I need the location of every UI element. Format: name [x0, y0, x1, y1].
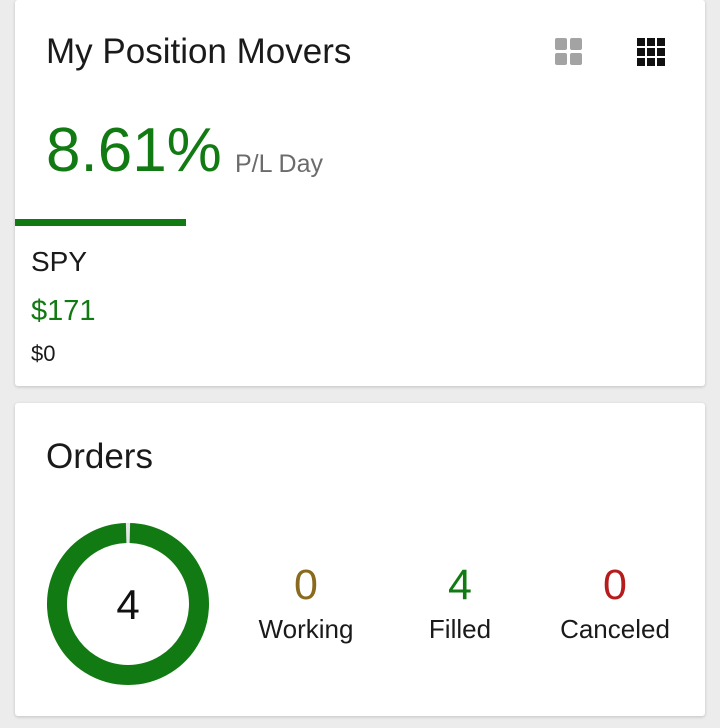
position-movers-title: My Position Movers: [46, 32, 352, 71]
selected-mover-indicator: [15, 219, 186, 226]
canceled-label: Canceled: [560, 614, 670, 644]
filled-label: Filled: [428, 614, 492, 644]
grid-2x2-icon[interactable]: [555, 38, 583, 66]
pl-day-value: 8.61%: [46, 116, 222, 185]
mover-symbol[interactable]: SPY: [31, 246, 87, 278]
working-count: 0: [294, 561, 318, 609]
filled-orders-stat[interactable]: 4 Filled: [385, 560, 535, 645]
orders-total-count: 4: [116, 581, 139, 628]
position-movers-card: My Position Movers 8.61% P/L Day SPY $17…: [15, 0, 705, 386]
canceled-count: 0: [603, 561, 627, 609]
grid-3x3-icon[interactable]: [637, 38, 665, 66]
pl-day-label: P/L Day: [235, 150, 324, 178]
orders-donut-chart[interactable]: 4: [46, 522, 210, 686]
working-label: Working: [258, 614, 354, 644]
mover-secondary-value: $0: [31, 341, 56, 366]
orders-title: Orders: [46, 437, 153, 476]
mover-pl-value: $171: [31, 295, 96, 327]
working-orders-stat[interactable]: 0 Working: [231, 560, 381, 645]
canceled-orders-stat[interactable]: 0 Canceled: [540, 560, 690, 645]
filled-count: 4: [448, 561, 472, 609]
